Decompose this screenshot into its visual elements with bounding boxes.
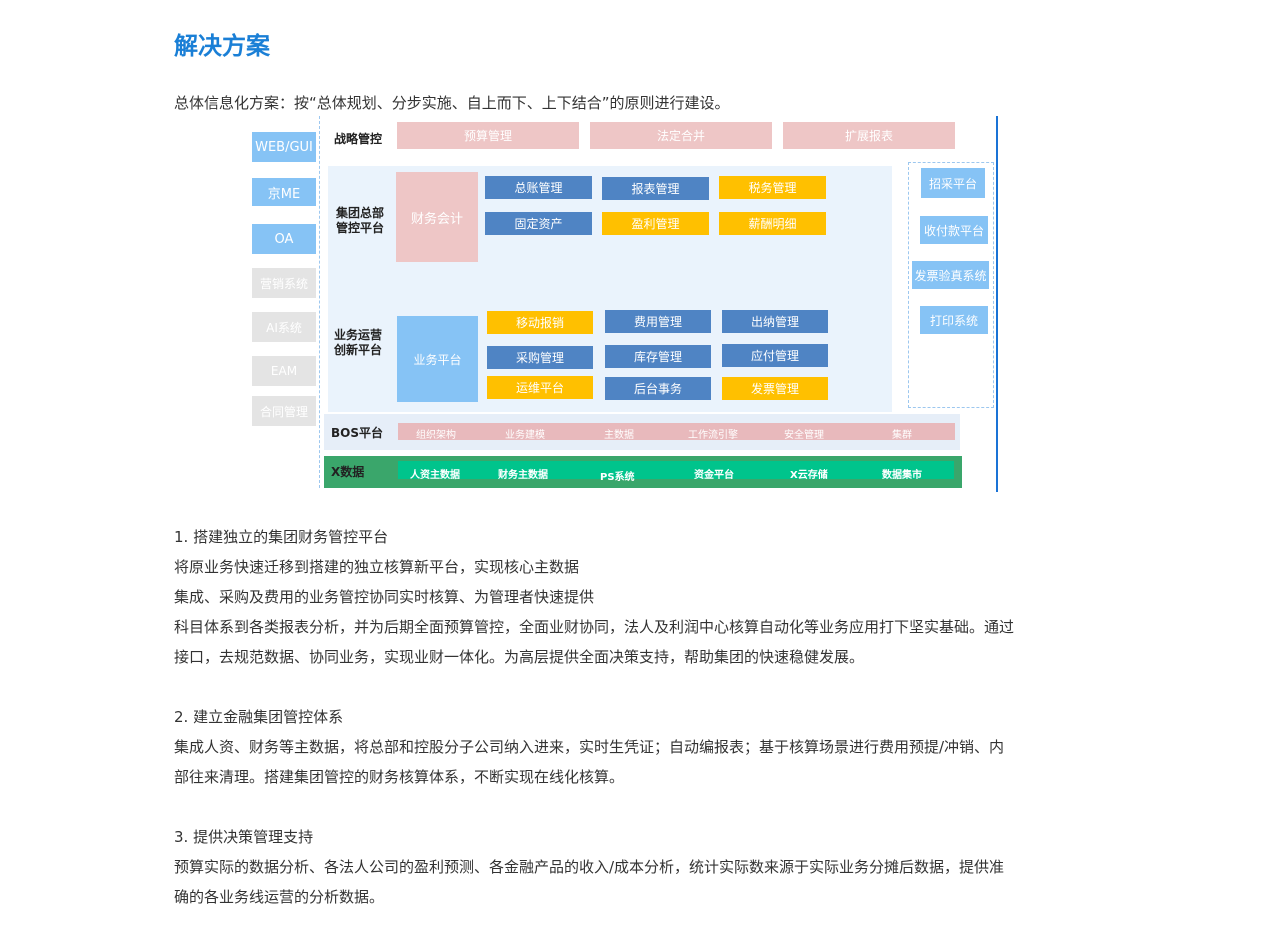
section-3-heading: 3. 提供决策管理支持 [174, 828, 314, 846]
group-item-fixed-assets: 固定资产 [485, 212, 592, 235]
ops-item-payable: 应付管理 [722, 344, 828, 367]
ops-item-inventory: 库存管理 [605, 345, 711, 368]
bos-item-modeling: 业务建模 [505, 430, 545, 441]
left-column-border [248, 116, 320, 488]
section-2-line: 部往来清理。搭建集团管控的财务核算体系，不断实现在线化核算。 [174, 768, 625, 786]
ops-item-ops-platform: 运维平台 [487, 376, 593, 399]
bos-item-org: 组织架构 [416, 430, 456, 441]
group-label-line2: 管控平台 [336, 221, 385, 235]
left-item-eam: EAM [252, 356, 316, 386]
ops-item-cashier: 出纳管理 [722, 310, 828, 333]
section-3: 3. 提供决策管理支持 预算实际的数据分析、各法人公司的盈利预测、各金融产品的收… [174, 822, 1074, 912]
ops-item-backoffice: 后台事务 [605, 377, 711, 400]
architecture-diagram: WEB/GUI 京ME OA 营销系统 AI系统 EAM 合同管理 战略管控 预… [248, 116, 1000, 492]
right-item-invoice-verify: 发票验真系统 [912, 261, 989, 289]
ops-item-purchase: 采购管理 [487, 346, 593, 369]
x-item-cloud: X云存储 [790, 470, 828, 481]
section-2-heading: 2. 建立金融集团管控体系 [174, 708, 344, 726]
strategy-item-consolidation: 法定合并 [590, 122, 772, 149]
left-item-ai: AI系统 [252, 312, 316, 342]
right-item-print: 打印系统 [920, 306, 988, 334]
x-item-datamart: 数据集市 [882, 470, 922, 481]
section-1-line: 将原业务快速迁移到搭建的独立核算新平台，实现核心主数据 [174, 558, 580, 576]
strategy-item-budget: 预算管理 [397, 122, 579, 149]
group-item-ledger: 总账管理 [485, 176, 592, 199]
left-item-contract: 合同管理 [252, 396, 316, 426]
right-item-procure: 招采平台 [921, 168, 985, 198]
right-item-payment: 收付款平台 [920, 216, 988, 244]
ops-item-invoice: 发票管理 [722, 377, 828, 400]
section-1-heading: 1. 搭建独立的集团财务管控平台 [174, 528, 389, 546]
ops-label: 业务运营 创新平台 [334, 328, 382, 358]
x-item-finance: 财务主数据 [498, 470, 548, 481]
group-label-line1: 集团总部 [336, 206, 385, 220]
left-item-marketing: 营销系统 [252, 268, 316, 298]
financial-accounting: 财务会计 [396, 172, 478, 262]
section-1: 1. 搭建独立的集团财务管控平台 将原业务快速迁移到搭建的独立核算新平台，实现核… [174, 522, 1074, 672]
ops-label-line1: 业务运营 [334, 328, 383, 342]
group-item-tax: 税务管理 [719, 176, 826, 199]
page-title: 解决方案 [174, 32, 270, 60]
bos-item-workflow: 工作流引擎 [688, 430, 738, 441]
group-label: 集团总部 管控平台 [336, 206, 384, 236]
x-data-bar: 人资主数据 财务主数据 PS系统 资金平台 X云存储 数据集市 [398, 461, 954, 483]
ops-item-expense: 费用管理 [605, 310, 711, 333]
x-item-fund: 资金平台 [694, 470, 734, 481]
x-data-label: X数据 [331, 465, 365, 479]
bos-item-security: 安全管理 [784, 430, 824, 441]
left-item-jme: 京ME [252, 178, 316, 206]
x-item-ps: PS系统 [600, 472, 635, 483]
section-2: 2. 建立金融集团管控体系 集成人资、财务等主数据，将总部和控股分子公司纳入进来… [174, 702, 1074, 792]
section-2-line: 集成人资、财务等主数据，将总部和控股分子公司纳入进来，实时生凭证；自动编报表；基… [174, 738, 1005, 756]
bos-bar: 组织架构 业务建模 主数据 工作流引擎 安全管理 集群 [398, 423, 955, 441]
left-item-oa: OA [252, 224, 316, 254]
bos-item-master-data: 主数据 [604, 430, 634, 441]
intro-text: 总体信息化方案：按“总体规划、分步实施、自上而下、上下结合”的原则进行建设。 [174, 94, 730, 112]
group-item-report: 报表管理 [602, 177, 709, 200]
section-1-line: 科目体系到各类报表分析，并为后期全面预算管控，全面业财协同，法人及利润中心核算自… [174, 618, 1015, 636]
section-3-line: 确的各业务线运营的分析数据。 [174, 888, 385, 906]
group-item-profit: 盈利管理 [602, 212, 709, 235]
right-divider [996, 116, 998, 492]
x-item-hr: 人资主数据 [410, 470, 460, 481]
left-item-webgui: WEB/GUI [252, 132, 316, 162]
bos-item-cluster: 集群 [892, 430, 912, 441]
section-1-line: 接口，去规范数据、协同业务，实现业财一体化。为高层提供全面决策支持，帮助集团的快… [174, 648, 865, 666]
section-1-line: 集成、采购及费用的业务管控协同实时核算、为管理者快速提供 [174, 588, 595, 606]
ops-item-mobile-reimburse: 移动报销 [487, 311, 593, 334]
strategy-item-ext-report: 扩展报表 [783, 122, 955, 149]
group-item-salary: 薪酬明细 [719, 212, 826, 235]
bos-label: BOS平台 [331, 426, 383, 440]
business-platform: 业务平台 [397, 316, 478, 402]
ops-label-line2: 创新平台 [334, 343, 383, 357]
section-3-line: 预算实际的数据分析、各法人公司的盈利预测、各金融产品的收入/成本分析，统计实际数… [174, 858, 1005, 876]
strategy-label: 战略管控 [334, 132, 383, 146]
